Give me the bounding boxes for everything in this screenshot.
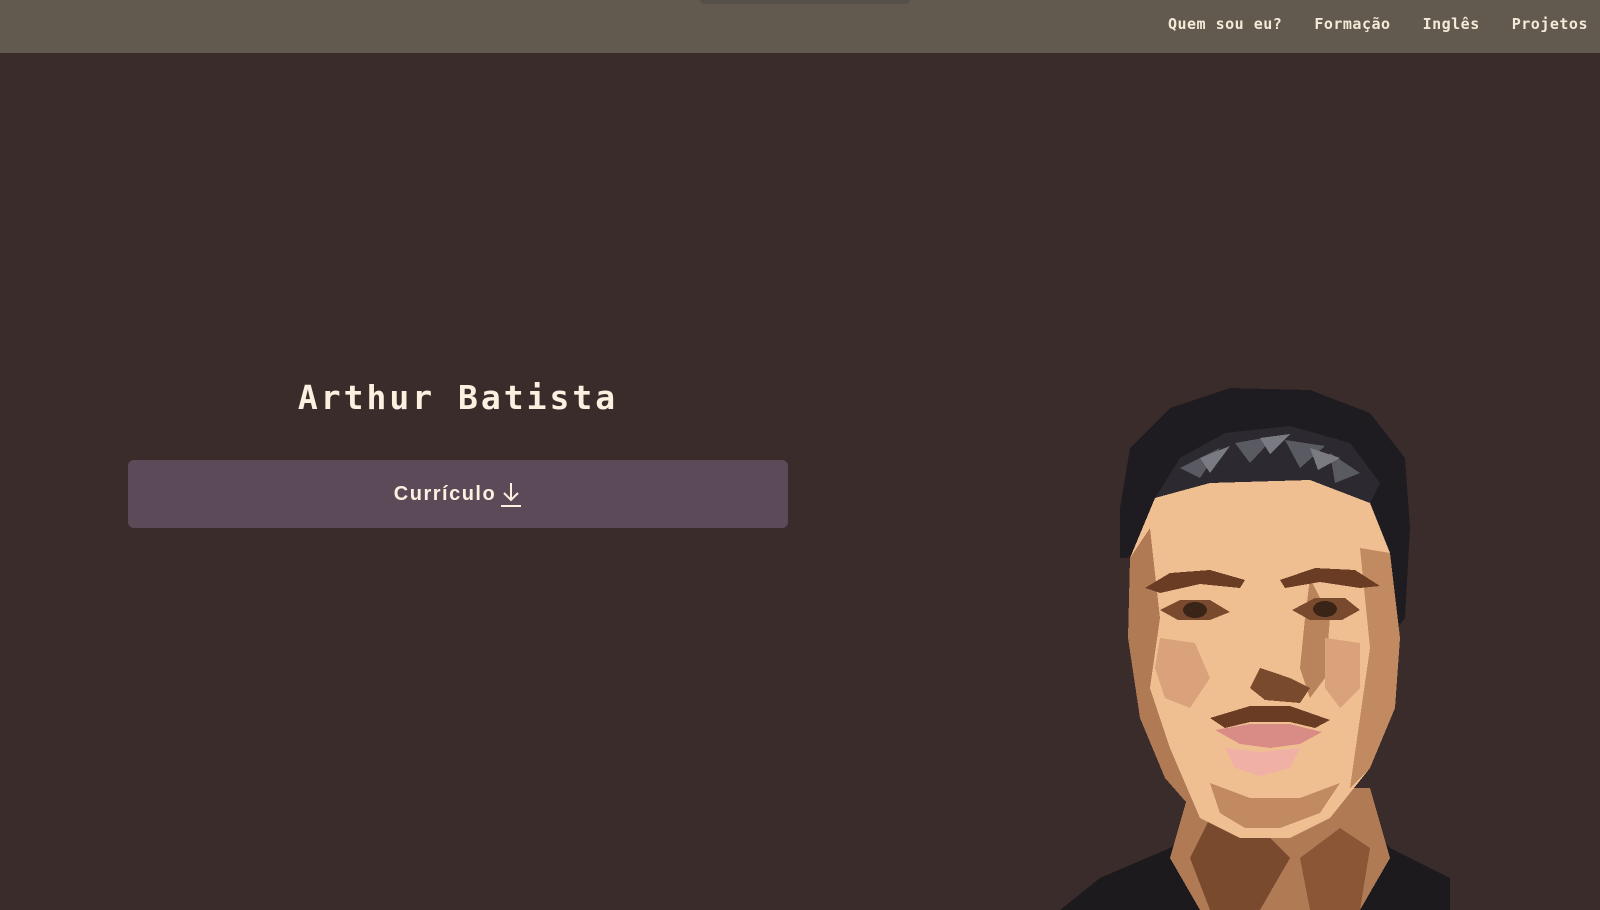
cv-download-button[interactable]: Currículo bbox=[128, 460, 788, 528]
nav-links: Quem sou eu? Formação Inglês Projetos bbox=[1168, 15, 1588, 33]
navbar: Quem sou eu? Formação Inglês Projetos bbox=[0, 0, 1600, 53]
navbar-tab-decoration bbox=[700, 0, 910, 4]
pixel-art-portrait bbox=[1060, 388, 1450, 910]
nav-link-projetos[interactable]: Projetos bbox=[1512, 15, 1588, 33]
nav-link-formacao[interactable]: Formação bbox=[1314, 15, 1390, 33]
hero-name: Arthur Batista bbox=[297, 378, 619, 417]
download-arrow-icon bbox=[501, 483, 522, 507]
cv-button-label: Currículo bbox=[393, 482, 497, 505]
nav-link-quem-sou-eu[interactable]: Quem sou eu? bbox=[1168, 15, 1282, 33]
nav-link-ingles[interactable]: Inglês bbox=[1423, 15, 1480, 33]
